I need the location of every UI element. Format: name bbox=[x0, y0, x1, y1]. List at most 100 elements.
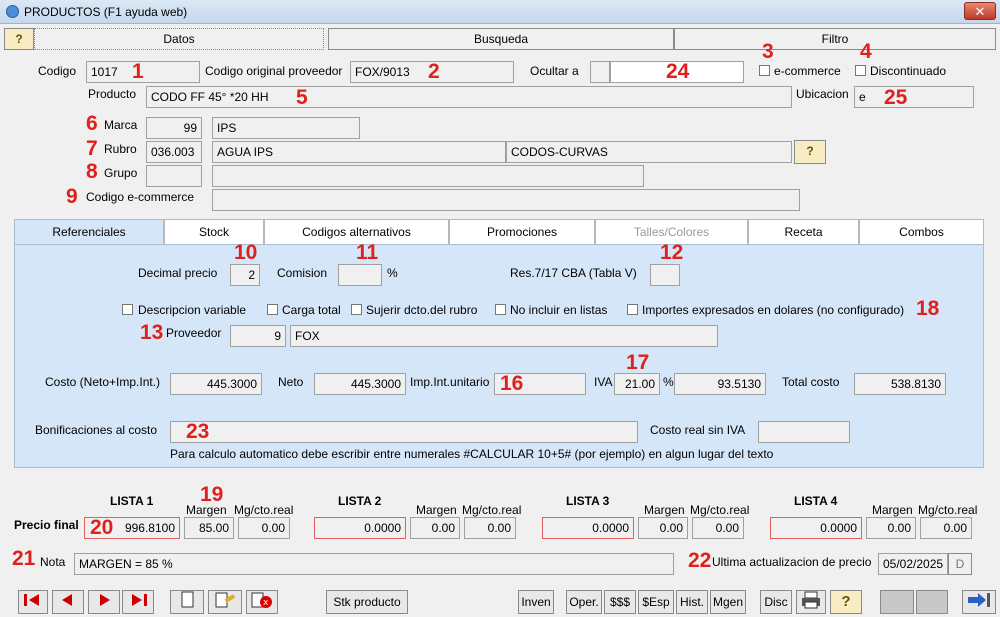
marker-22: 22 bbox=[688, 549, 712, 572]
lista-2-price-field[interactable]: 0.0000 bbox=[314, 517, 406, 539]
proveedor-name-field: FOX bbox=[290, 325, 718, 347]
stk-producto-button[interactable]: Stk producto bbox=[326, 590, 408, 614]
lista-1-mgcto-header: Mg/cto.real bbox=[234, 503, 294, 517]
exit-button[interactable] bbox=[962, 590, 996, 614]
carga-total-checkbox[interactable] bbox=[267, 304, 278, 315]
proveedor-label: Proveedor bbox=[166, 326, 222, 340]
calculo-hint: Para calculo automatico debe escribir en… bbox=[170, 447, 774, 461]
rubro-help-button[interactable]: ? bbox=[794, 140, 826, 164]
importes-dolares-checkbox[interactable] bbox=[627, 304, 638, 315]
res-field[interactable] bbox=[650, 264, 680, 286]
title-bar: PRODUCTOS (F1 ayuda web) ✕ bbox=[0, 0, 1000, 24]
neto-field[interactable]: 445.3000 bbox=[314, 373, 406, 395]
lista-4-price-field[interactable]: 0.0000 bbox=[770, 517, 862, 539]
comision-label: Comision bbox=[277, 266, 328, 280]
marker-8: 8 bbox=[86, 160, 98, 183]
tab-busqueda[interactable]: Busqueda bbox=[328, 28, 674, 50]
close-button[interactable]: ✕ bbox=[964, 2, 996, 20]
lista-2-header: LISTA 2 bbox=[338, 494, 382, 508]
tab-receta[interactable]: Receta bbox=[748, 219, 859, 244]
marca-label: Marca bbox=[104, 118, 138, 132]
sujerir-checkbox[interactable] bbox=[351, 304, 362, 315]
costo-field[interactable]: 445.3000 bbox=[170, 373, 262, 395]
lista-2-margen-header: Margen bbox=[416, 503, 457, 517]
next-record-button[interactable] bbox=[88, 590, 120, 614]
tab-filtro[interactable]: Filtro bbox=[674, 28, 996, 50]
lista-4-mgcto-field: 0.00 bbox=[920, 517, 972, 539]
blank-button-2[interactable] bbox=[916, 590, 948, 614]
codigo-ecommerce-field[interactable] bbox=[212, 189, 800, 211]
ecommerce-checkbox[interactable] bbox=[759, 65, 770, 76]
discontinuado-checkbox[interactable] bbox=[855, 65, 866, 76]
comision-pct: % bbox=[387, 266, 398, 280]
tab-referenciales[interactable]: Referenciales bbox=[14, 219, 164, 245]
date-d-button[interactable]: D bbox=[948, 553, 972, 575]
help-button[interactable]: ? bbox=[4, 28, 34, 50]
lista-3-margen-field[interactable]: 0.00 bbox=[638, 517, 688, 539]
bonificaciones-field[interactable] bbox=[170, 421, 638, 443]
marker-16: 16 bbox=[500, 372, 524, 395]
lista-3-header: LISTA 3 bbox=[566, 494, 610, 508]
disc-button[interactable]: Disc bbox=[760, 590, 792, 614]
marker-21: 21 bbox=[12, 547, 36, 570]
grupo-code-field[interactable] bbox=[146, 165, 202, 187]
mgen-button[interactable]: Mgen bbox=[710, 590, 746, 614]
codigo-ecommerce-label: Codigo e-commerce bbox=[86, 190, 195, 204]
marker-25: 25 bbox=[884, 86, 908, 109]
marca-name-field: IPS bbox=[212, 117, 360, 139]
no-incluir-checkbox[interactable] bbox=[495, 304, 506, 315]
marker-11: 11 bbox=[356, 241, 379, 264]
marker-13: 13 bbox=[140, 321, 164, 344]
comision-field[interactable] bbox=[338, 264, 382, 286]
tab-promociones[interactable]: Promociones bbox=[449, 219, 595, 244]
rubro-code-field[interactable]: 036.003 bbox=[146, 141, 202, 163]
marker-20: 20 bbox=[90, 516, 114, 539]
rubro-label: Rubro bbox=[104, 142, 137, 156]
lista-2-margen-field[interactable]: 0.00 bbox=[410, 517, 460, 539]
lista-3-mgcto-header: Mg/cto.real bbox=[690, 503, 750, 517]
ubicacion-field[interactable]: e bbox=[854, 86, 974, 108]
blank-button-1[interactable] bbox=[880, 590, 914, 614]
edit-record-button[interactable] bbox=[208, 590, 242, 614]
window-title: PRODUCTOS (F1 ayuda web) bbox=[24, 5, 188, 19]
iva-label: IVA bbox=[594, 375, 613, 389]
sss-button[interactable]: $$$ bbox=[604, 590, 636, 614]
lista-4-header: LISTA 4 bbox=[794, 494, 838, 508]
lista-4-margen-field[interactable]: 0.00 bbox=[866, 517, 916, 539]
help-toolbar-button[interactable]: ? bbox=[830, 590, 862, 614]
lista-4-mgcto-header: Mg/cto.real bbox=[918, 503, 978, 517]
marca-code-field[interactable]: 99 bbox=[146, 117, 202, 139]
producto-field[interactable]: CODO FF 45° *20 HH bbox=[146, 86, 792, 108]
sesp-button[interactable]: $Esp bbox=[638, 590, 674, 614]
lista-1-mgcto-field: 0.00 bbox=[238, 517, 290, 539]
hist-button[interactable]: Hist. bbox=[676, 590, 708, 614]
tab-datos[interactable]: Datos bbox=[34, 28, 324, 50]
prev-record-button[interactable] bbox=[52, 590, 84, 614]
costo-real-label: Costo real sin IVA bbox=[650, 423, 746, 437]
lista-4-margen-header: Margen bbox=[872, 503, 913, 517]
descripcion-variable-label: Descripcion variable bbox=[138, 303, 247, 317]
tab-combos[interactable]: Combos bbox=[859, 219, 984, 244]
decimal-precio-field[interactable]: 2 bbox=[230, 264, 260, 286]
print-button[interactable] bbox=[796, 590, 826, 614]
last-record-button[interactable] bbox=[122, 590, 154, 614]
marker-1: 1 bbox=[132, 60, 144, 83]
ocultar-button[interactable] bbox=[590, 61, 610, 83]
nota-field[interactable]: MARGEN = 85 % bbox=[74, 553, 674, 575]
ocultar-label: Ocultar a bbox=[530, 64, 579, 78]
new-record-button[interactable] bbox=[170, 590, 204, 614]
delete-record-button[interactable]: x bbox=[246, 590, 278, 614]
marker-17: 17 bbox=[626, 351, 650, 374]
lista-3-price-field[interactable]: 0.0000 bbox=[542, 517, 634, 539]
costo-real-field bbox=[758, 421, 850, 443]
lista-1-margen-field[interactable]: 85.00 bbox=[184, 517, 234, 539]
oper-button[interactable]: Oper. bbox=[566, 590, 602, 614]
svg-text:x: x bbox=[263, 598, 269, 608]
proveedor-code-field[interactable]: 9 bbox=[230, 325, 286, 347]
first-record-button[interactable] bbox=[18, 590, 48, 614]
rubro-sub-field: CODOS-CURVAS bbox=[506, 141, 792, 163]
descripcion-variable-checkbox[interactable] bbox=[122, 304, 133, 315]
impint-label: Imp.Int.unitario bbox=[410, 375, 490, 389]
iva-field[interactable]: 21.00 bbox=[614, 373, 660, 395]
inven-button[interactable]: Inven bbox=[518, 590, 554, 614]
